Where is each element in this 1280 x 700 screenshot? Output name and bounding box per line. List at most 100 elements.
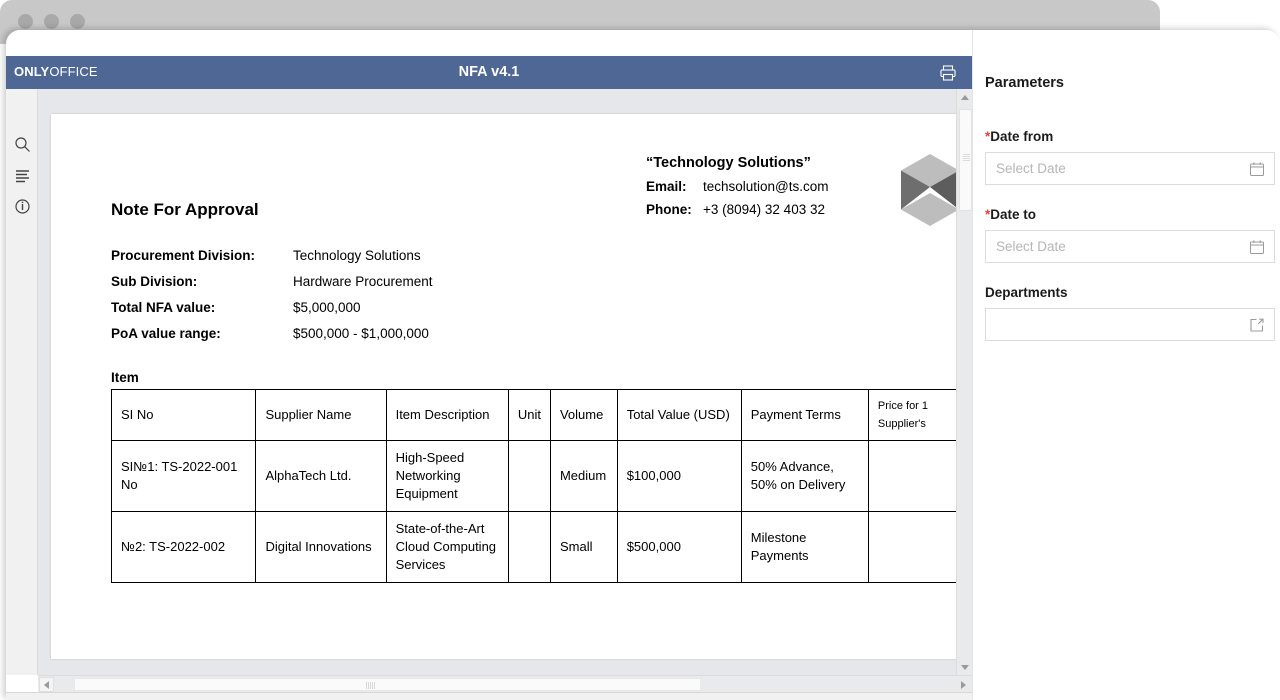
info-icon[interactable] [14,198,31,215]
cell-sl-no: №2: TS-2022-002 [110,511,257,583]
chevron-right-icon [961,680,966,689]
info-icon-glyph [15,199,30,214]
vertical-scroll-thumb[interactable] [959,109,972,211]
meta-label: Procurement Division: [111,248,256,263]
hexagon-logo-glyph [901,154,956,226]
meta-row: Procurement Division: Technology Solutio… [111,248,433,264]
cell-volume: Medium [549,440,618,512]
window-minimize-dot[interactable] [44,14,59,29]
meta-row: Sub Division: Hardware Procurement [111,274,433,290]
phone-value: +3 (8094) 32 403 32 [703,202,825,217]
table-header: SI No Supplier Name Item Description Uni… [110,389,956,441]
date-to-placeholder: Select Date [996,239,1066,254]
cell-unit [507,440,551,512]
horizontal-scrollbar[interactable] [38,675,972,692]
browser-window: ONLYOFFICE NFA v4.1 “Technology Solution… [0,0,1280,700]
date-from-placeholder: Select Date [996,161,1066,176]
cell-description: State-of-the-Art Cloud Computing Service… [385,511,509,583]
phone-label: Phone: [646,202,692,217]
status-bar: Page 1 from 3 80% [6,692,972,700]
expand-icon[interactable] [1249,317,1265,333]
expand-glyph [1250,318,1264,332]
onlyoffice-app-window: ONLYOFFICE NFA v4.1 “Technology Solution… [6,30,1280,700]
search-icon[interactable] [14,136,31,153]
horizontal-scroll-thumb[interactable] [74,678,701,691]
chevron-down-icon [961,664,969,670]
hexagon-logo-icon [889,151,956,229]
cell-price-for-one [867,511,956,583]
table-body: SI№1: TS-2022-001 No AlphaTech Ltd. High… [110,440,956,583]
cell-volume: Small [549,511,618,583]
scroll-left-button[interactable] [39,677,54,692]
editor-left-rail [6,89,38,675]
cell-payment-terms: Milestone Payments [740,511,869,583]
column-header-sl-no: SI No [110,389,257,441]
column-header-supplier-name: Supplier Name [255,389,387,441]
calendar-icon[interactable] [1249,161,1265,177]
document-canvas: “Technology Solutions” Email: techsoluti… [38,89,956,675]
document-content: “Technology Solutions” Email: techsoluti… [51,114,956,659]
field-group-date-to: *Date to Select Date [985,207,1275,263]
print-icon-glyph [940,65,956,81]
cell-sl-no: SI№1: TS-2022-001 No [110,440,257,512]
field-group-date-from: *Date from Select Date [985,129,1275,185]
meta-value: $5,000,000 [293,300,361,315]
scroll-up-button[interactable] [957,89,973,105]
document-editor-pane: ONLYOFFICE NFA v4.1 “Technology Solution… [6,30,972,700]
date-to-input[interactable]: Select Date [985,230,1275,263]
date-from-input[interactable]: Select Date [985,152,1275,185]
cell-supplier: AlphaTech Ltd. [255,440,387,512]
meta-row: Total NFA value: $5,000,000 [111,300,433,316]
meta-row: PoA value range: $500,000 - $1,000,000 [111,326,433,342]
document-heading: Note For Approval [111,200,259,219]
label-date-from: *Date from [985,129,1275,144]
chevron-left-icon [44,680,49,689]
calendar-icon[interactable] [1249,239,1265,255]
departments-input[interactable] [985,308,1275,341]
company-phone-row: Phone: +3 (8094) 32 403 32 [646,202,876,217]
parameters-title: Parameters [985,75,1064,91]
table-row: SI№1: TS-2022-001 No AlphaTech Ltd. High… [110,440,956,512]
item-section-label: Item [111,370,139,385]
cell-total-value: $500,000 [616,511,742,583]
company-email-row: Email: techsolution@ts.com [646,179,876,194]
label-text: Date from [990,129,1054,144]
cell-description: High-Speed Networking Equipment [385,440,509,512]
company-name: “Technology Solutions” [646,155,811,171]
table-header-row: SI No Supplier Name Item Description Uni… [110,389,956,441]
vertical-scrollbar[interactable] [956,89,972,675]
company-info-block: “Technology Solutions” Email: techsoluti… [646,155,876,217]
scroll-thumb-grip [366,682,376,689]
column-header-item-description: Item Description [385,389,509,441]
meta-label: PoA value range: [111,326,221,341]
window-close-dot[interactable] [18,14,33,29]
cell-payment-terms: 50% Advance, 50% on Delivery [740,440,869,512]
table-row: №2: TS-2022-002 Digital Innovations Stat… [110,511,956,583]
label-departments: Departments [985,285,1275,300]
label-date-to: *Date to [985,207,1275,222]
print-icon[interactable] [934,60,962,86]
email-value: techsolution@ts.com [703,179,829,194]
scroll-down-button[interactable] [957,659,973,675]
column-header-total-value: Total Value (USD) [616,389,742,441]
cell-supplier: Digital Innovations [255,511,387,583]
email-label: Email: [646,179,687,194]
window-maximize-dot[interactable] [70,14,85,29]
editor-title-bar: ONLYOFFICE NFA v4.1 [6,56,972,89]
navigation-icon-glyph [16,170,29,183]
navigation-icon[interactable] [14,167,31,184]
meta-label: Total NFA value: [111,300,216,315]
column-header-price-for-one: Price for 1 Supplier's [867,389,956,441]
column-header-volume: Volume [549,389,618,441]
column-header-payment-terms: Payment Terms [740,389,869,441]
scroll-right-button[interactable] [956,677,971,692]
document-meta-block: Procurement Division: Technology Solutio… [111,248,433,352]
meta-value: $500,000 - $1,000,000 [293,326,429,341]
chevron-up-icon [961,94,969,100]
scroll-thumb-grip [963,154,970,162]
page-title: NFA v4.1 [458,64,520,80]
meta-value: Hardware Procurement [293,274,433,289]
calendar-glyph [1250,162,1264,176]
cell-price-for-one [867,440,956,512]
cell-unit [507,511,551,583]
